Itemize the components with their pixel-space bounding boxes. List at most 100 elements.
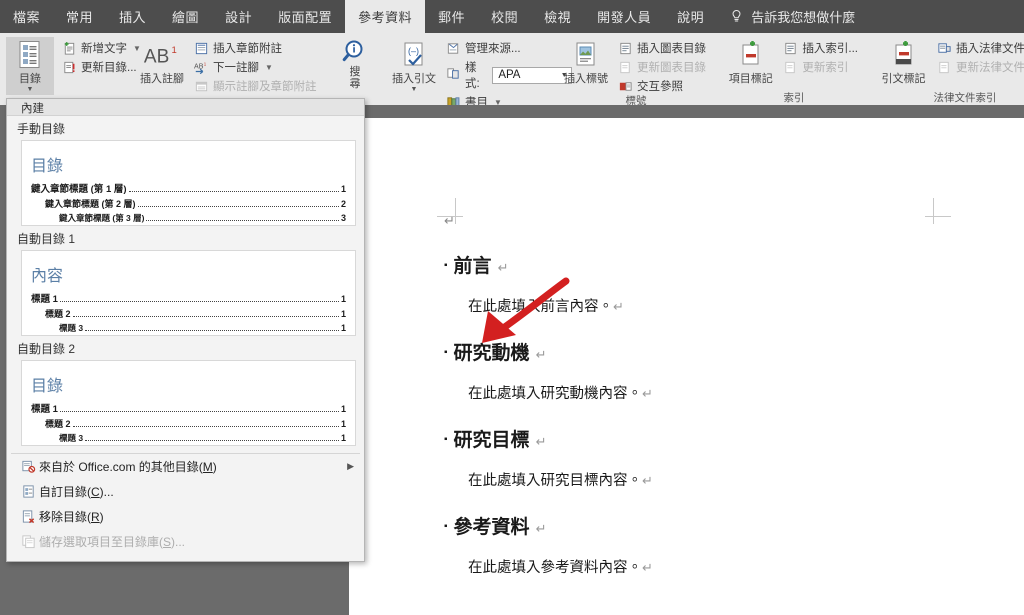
- document-heading: ▪ 前言 ↵: [444, 251, 964, 278]
- update-index-icon: [783, 60, 798, 75]
- menu-item-custom-toc[interactable]: 自訂目錄(C)...: [7, 479, 364, 504]
- ribbon-tab-9[interactable]: 檢視: [531, 0, 584, 33]
- document-paragraph-text: 在此處填入研究動機內容。: [468, 386, 642, 402]
- mark-citation-icon: [890, 39, 918, 73]
- mark-entry-button[interactable]: 項目標記: [726, 37, 775, 87]
- update-table-of-figures-button: 更新圖表目錄: [614, 58, 710, 76]
- manage-sources-label: 管理來源...: [465, 43, 521, 55]
- bullet-icon: ▪: [444, 434, 448, 445]
- caption-small-commands: 插入圖表目錄 更新圖表目錄 交互參照: [614, 37, 710, 95]
- toc-gallery-dropdown[interactable]: 內建 手動目錄 目錄 鍵入章節標題 (第 1 層) 1 鍵入章節標題 (第 2 層) 2 鍵…: [6, 98, 365, 562]
- add-text-label: 新增文字: [81, 43, 127, 55]
- update-table-of-figures-label: 更新圖表目錄: [637, 62, 706, 74]
- chevron-down-icon[interactable]: ▼: [411, 86, 418, 93]
- preview-toc-entry: 鍵入章節標題 (第 1 層) 1: [31, 182, 346, 197]
- researcher-button[interactable]: 搜 尋: [335, 36, 375, 92]
- preview-toc-entry-text: 標題 2: [45, 419, 71, 429]
- cross-reference-button[interactable]: 交互參照: [614, 77, 710, 95]
- svg-text:(–): (–): [408, 46, 419, 56]
- ribbon-tab-5[interactable]: 版面配置: [265, 0, 345, 33]
- gallery-item-auto-toc-1[interactable]: 自動目錄 1 內容 標題 1 1 標題 2 1 標題 3 1: [7, 226, 364, 336]
- leader-dots: [72, 309, 339, 317]
- gallery-item-preview[interactable]: 目錄 鍵入章節標題 (第 1 層) 1 鍵入章節標題 (第 2 層) 2 鍵入章節標題 (…: [21, 140, 356, 226]
- ribbon-tab-7[interactable]: 郵件: [425, 0, 478, 33]
- preview-toc-entry-page: 3: [340, 213, 346, 223]
- tell-me-label: 告訴我您想做什麼: [751, 10, 856, 25]
- ribbon-tab-1[interactable]: 常用: [53, 0, 106, 33]
- gallery-item-preview[interactable]: 內容 標題 1 1 標題 2 1 標題 3 1: [21, 250, 356, 336]
- show-notes-icon: [194, 79, 209, 94]
- ribbon-group-captions: 插入標號 插入圖表目錄 更新圖表目錄 交互參照 標號: [556, 33, 716, 107]
- next-footnote-button[interactable]: AB 1 下一註腳 ▼: [190, 58, 321, 76]
- insert-citation-label: 插入引文: [392, 73, 436, 85]
- menu-item-more-toc-office-com[interactable]: 來自於 Office.com 的其他目錄(M) ▶: [7, 454, 364, 479]
- insert-citation-button[interactable]: (–) 插入引文 ▼: [390, 37, 438, 95]
- gallery-item-manual-toc[interactable]: 手動目錄 目錄 鍵入章節標題 (第 1 層) 1 鍵入章節標題 (第 2 層) 2 鍵入章節…: [7, 116, 364, 226]
- toc-button[interactable]: 目錄 ▼: [6, 37, 54, 95]
- preview-toc-entry-text: 鍵入章節標題 (第 2 層): [45, 199, 136, 209]
- show-notes-label: 顯示註腳及章節附註: [213, 81, 317, 93]
- preview-toc-title: 內容: [31, 268, 64, 285]
- insert-citation-icon: (–): [400, 39, 428, 73]
- bullet-icon: ▪: [444, 347, 448, 358]
- ribbon-tab-10[interactable]: 開發人員: [584, 0, 664, 33]
- ribbon-tab-2[interactable]: 插入: [106, 0, 159, 33]
- chevron-down-icon[interactable]: ▼: [265, 63, 273, 72]
- leader-dots: [85, 433, 339, 441]
- first-paragraph-mark: ↵: [444, 213, 455, 228]
- ribbon-tab-11[interactable]: 說明: [664, 0, 717, 33]
- ribbon-tab-6[interactable]: 參考資料: [345, 0, 426, 33]
- ribbon-group-toc: 目錄 ▼ 新增文字 ▼ 更新目錄...: [0, 33, 141, 105]
- gallery-item-auto-toc-2[interactable]: 自動目錄 2 目錄 標題 1 1 標題 2 1 標題 3 1: [7, 336, 364, 446]
- bullet-icon: ▪: [444, 260, 448, 271]
- update-table-of-authorities-icon: [937, 60, 952, 75]
- tell-me-box[interactable]: 告訴我您想做什麼: [717, 0, 855, 33]
- footnote-AB-icon: AB 1: [142, 39, 182, 73]
- word-window: 檔案 常用 插入 繪圖 設計 版面配置 參考資料 郵件 校閱 檢視 開發人員 說明 告訴我您想做什麼: [0, 0, 1024, 615]
- ribbon-tab-4[interactable]: 設計: [212, 0, 265, 33]
- ribbon-tab-3[interactable]: 繪圖: [159, 0, 212, 33]
- insert-endnote-icon: [194, 41, 209, 56]
- menu-item-remove-toc[interactable]: 移除目錄(R): [7, 504, 364, 529]
- leader-dots: [59, 294, 339, 302]
- paragraph-mark: ↵: [642, 473, 653, 488]
- gallery-item-title: 自動目錄 1: [17, 232, 76, 246]
- ribbon-group-citations: (–) 插入引文 ▼ 管理來源... 樣式: APA ▼ 書目 ▼: [384, 33, 572, 123]
- preview-toc-entry-page: 1: [340, 323, 346, 333]
- preview-toc-entry: 標題 3 1: [31, 431, 346, 445]
- ribbon-tab-0[interactable]: 檔案: [0, 0, 53, 33]
- update-toc-label: 更新目錄...: [81, 62, 137, 74]
- insert-index-button[interactable]: 插入索引...: [779, 39, 862, 57]
- leader-dots: [85, 323, 339, 331]
- preview-toc-entry-text: 鍵入章節標題 (第 1 層): [31, 184, 127, 195]
- document-heading-text: 參考資料: [453, 517, 530, 538]
- insert-footnote-button[interactable]: AB 1 插入註腳: [138, 37, 186, 87]
- ribbon-tab-8[interactable]: 校閱: [478, 0, 531, 33]
- mark-entry-icon: [737, 39, 765, 73]
- insert-table-of-authorities-button[interactable]: 插入法律文件索引: [933, 39, 1024, 57]
- paragraph-mark: ↵: [642, 560, 653, 575]
- document-text-body[interactable]: ↵ ▪ 前言 ↵ 在此處填入前言內容。↵ ▪ 研究動機 ↵ 在此處填入研究動機內容。↵ ▪ 研究目…: [444, 213, 964, 577]
- toc-button-label: 目錄: [19, 73, 41, 85]
- insert-caption-button[interactable]: 插入標號: [562, 37, 610, 87]
- document-heading: ▪ 參考資料 ↵: [444, 512, 964, 539]
- ribbon: 目錄 ▼ 新增文字 ▼ 更新目錄... AB 1 插入註腳 插入章節附註 AB …: [0, 33, 1024, 123]
- insert-caption-label: 插入標號: [564, 73, 608, 85]
- gallery-item-title: 手動目錄: [17, 122, 66, 136]
- insert-endnote-button[interactable]: 插入章節附註: [190, 39, 321, 57]
- document-page[interactable]: ↵ ▪ 前言 ↵ 在此處填入前言內容。↵ ▪ 研究動機 ↵ 在此處填入研究動機內容。↵ ▪ 研究目…: [349, 118, 1024, 615]
- preview-toc-entry-page: 1: [340, 184, 346, 194]
- preview-toc-entry-text: 標題 2: [45, 309, 71, 319]
- gallery-item-preview[interactable]: 目錄 標題 1 1 標題 2 1 標題 3 1: [21, 360, 356, 446]
- menu-item-label: 儲存選取項目至目錄庫(S)...: [39, 535, 186, 549]
- chevron-down-icon[interactable]: ▼: [27, 86, 34, 93]
- preview-toc-entry-text: 鍵入章節標題 (第 3 層): [59, 213, 145, 223]
- style-icon: [446, 66, 461, 84]
- mark-entry-label: 項目標記: [728, 73, 773, 85]
- leader-dots: [72, 419, 339, 427]
- insert-table-of-figures-button[interactable]: 插入圖表目錄: [614, 39, 710, 57]
- preview-toc-entry-page: 1: [340, 404, 346, 414]
- insert-table-of-authorities-icon: [937, 41, 952, 56]
- add-text-icon: [62, 41, 77, 56]
- mark-citation-button[interactable]: 引文標記: [878, 37, 929, 87]
